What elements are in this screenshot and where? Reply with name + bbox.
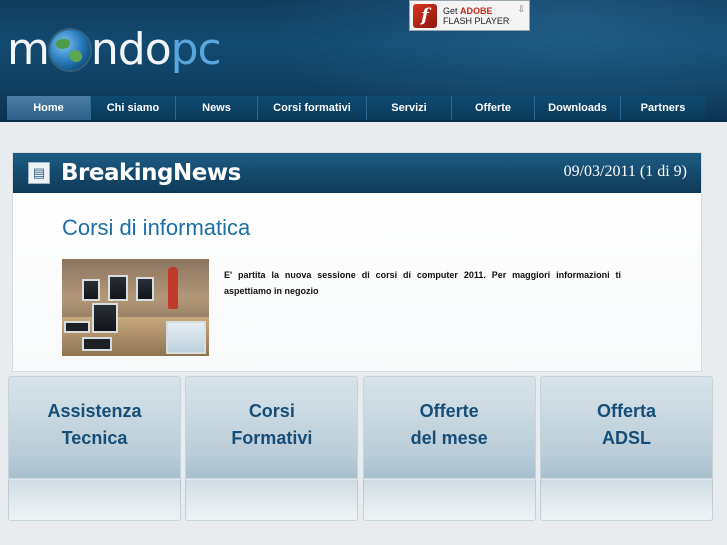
breaking-news-panel: ▤ BreakingNews 09/03/2011 (1 di 9) Corsi… xyxy=(12,152,702,372)
photo-monitor-shape xyxy=(82,279,100,301)
article-text: E' partita la nuova sessione di corsi di… xyxy=(224,270,621,296)
logo-text-ndo: ndo xyxy=(90,24,172,75)
globe-icon xyxy=(49,30,90,70)
photo-monitor-shape xyxy=(166,321,206,354)
tile-label-line1: Offerte xyxy=(419,401,479,421)
photo-keyboard-shape xyxy=(64,321,90,333)
tile-offerte-del-mese[interactable]: Offerte del mese xyxy=(362,376,536,521)
tile-reflection xyxy=(185,480,359,521)
tile-reflection xyxy=(539,480,713,521)
photo-monitor-shape xyxy=(136,277,154,301)
download-arrow-icon: ⇩ xyxy=(517,4,525,14)
news-article: Corsi di informatica E' partita la nuova… xyxy=(13,193,701,371)
nav-item-chi-siamo[interactable]: Chi siamo xyxy=(91,96,176,120)
tile-reflection xyxy=(8,480,181,521)
photo-figure-shape xyxy=(168,267,178,309)
tile-assistenza-tecnica[interactable]: Assistenza Tecnica xyxy=(8,376,181,521)
tile-label-line2: del mese xyxy=(410,428,488,448)
service-tiles: Assistenza Tecnica Corsi Formativi Offer… xyxy=(8,376,713,521)
tile-corsi-formativi[interactable]: Corsi Formativi xyxy=(185,376,359,521)
tile-label-line2: ADSL xyxy=(601,428,651,448)
article-title[interactable]: Corsi di informatica xyxy=(62,215,250,241)
newspaper-icon: ▤ xyxy=(28,162,50,184)
tile-label-line1: Offerta xyxy=(596,401,656,421)
tile-label-line2: Formativi xyxy=(231,428,313,448)
tile-label: Offerte del mese xyxy=(363,398,536,452)
breaking-news-title: BreakingNews xyxy=(61,160,241,186)
flash-get-label: Get xyxy=(443,5,458,16)
nav-item-servizi[interactable]: Servizi xyxy=(367,96,452,120)
photo-monitor-shape xyxy=(92,303,118,333)
tile-label-line2: Tecnica xyxy=(61,428,128,448)
nav-item-offerte[interactable]: Offerte xyxy=(452,96,535,120)
photo-keyboard-shape xyxy=(82,337,112,351)
tile-reflection xyxy=(362,480,536,521)
tile-label: Assistenza Tecnica xyxy=(8,398,181,452)
nav-item-home[interactable]: Home xyxy=(7,96,91,120)
tile-label: Offerta ADSL xyxy=(540,398,713,452)
news-date-counter: 09/03/2011 (1 di 9) xyxy=(563,163,687,180)
article-photo[interactable] xyxy=(62,259,209,356)
photo-monitor-shape xyxy=(108,275,128,301)
logo-text-m: m xyxy=(7,24,50,75)
tile-label-line1: Assistenza xyxy=(47,401,142,421)
get-flash-player-button[interactable]: f Get ADOBE FLASH PLAYER ⇩ xyxy=(409,0,530,31)
nav-item-partners[interactable]: Partners xyxy=(621,96,705,120)
main-navigation: Home Chi siamo News Corsi formativi Serv… xyxy=(7,96,705,120)
nav-item-downloads[interactable]: Downloads xyxy=(535,96,621,120)
tile-offerta-adsl[interactable]: Offerta ADSL xyxy=(539,376,713,521)
flash-icon: f xyxy=(413,3,437,28)
tile-label: Corsi Formativi xyxy=(185,398,358,452)
breaking-news-bar: ▤ BreakingNews 09/03/2011 (1 di 9) xyxy=(13,153,701,193)
mondopc-logo[interactable]: m ndo pc xyxy=(7,22,222,78)
tile-label-line1: Corsi xyxy=(248,401,295,421)
flash-badge-text: Get ADOBE FLASH PLAYER xyxy=(443,6,509,26)
flash-player-label: FLASH PLAYER xyxy=(443,15,510,26)
flash-adobe-label: ADOBE xyxy=(460,5,493,16)
nav-item-corsi-formativi[interactable]: Corsi formativi xyxy=(258,96,367,120)
logo-text-pc: pc xyxy=(170,24,222,75)
header-divider xyxy=(0,120,727,122)
nav-item-news[interactable]: News xyxy=(176,96,258,120)
